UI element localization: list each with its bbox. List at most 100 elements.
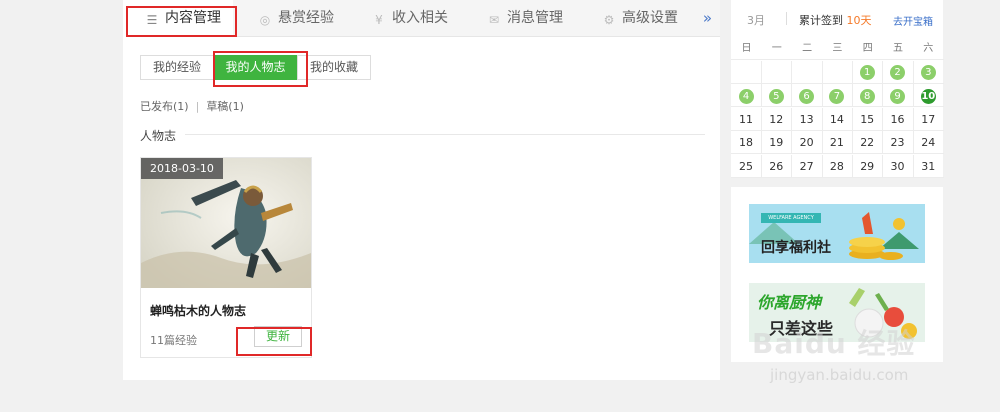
today-signed-marker: 10 xyxy=(920,88,936,104)
calendar-week-row: 4 5 6 7 8 9 10 xyxy=(731,84,944,107)
calendar-day[interactable]: 14 xyxy=(821,107,853,131)
calendar-day[interactable]: 29 xyxy=(852,154,884,178)
mail-icon: ✉ xyxy=(488,13,500,27)
calendar-empty-cell xyxy=(791,60,823,84)
welfare-ad-banner[interactable]: WELFARE AGENCY 回享福利社 xyxy=(749,204,925,263)
calendar-header: 3月 累计签到 10天 去开宝箱 xyxy=(731,0,943,36)
weekday-label: 六 xyxy=(912,37,944,60)
signed-day-marker: 3 xyxy=(920,65,936,80)
calendar-day[interactable]: 19 xyxy=(761,131,793,154)
calendar-day[interactable]: 31 xyxy=(912,155,944,178)
section-divider xyxy=(185,134,705,135)
coin-icon: ◎ xyxy=(259,13,271,27)
calendar-week-row: 11 12 13 14 15 16 17 xyxy=(731,107,944,131)
signed-day-marker: 4 xyxy=(738,88,754,104)
more-tabs-icon[interactable]: » xyxy=(703,0,712,37)
calendar-week-row: 18 19 20 21 22 23 24 xyxy=(731,131,944,154)
separator: | xyxy=(195,100,200,113)
weekday-label: 四 xyxy=(852,37,884,60)
content-panel: ☰ 内容管理 ◎ 悬赏经验 ¥ 收入相关 ✉ 消息管理 ⚙ 高级设置 » 我的经验 我的人… xyxy=(123,0,720,380)
weekday-label: 一 xyxy=(761,37,793,60)
calendar-day[interactable]: 27 xyxy=(791,154,823,178)
profile-title[interactable]: 蝉鸣枯木的人物志 xyxy=(150,302,246,319)
yen-icon: ¥ xyxy=(375,13,383,27)
welfare-ribbon: WELFARE AGENCY xyxy=(761,213,821,223)
signed-day-marker: 2 xyxy=(890,65,905,80)
drafts-filter-link[interactable]: 草稿(1) xyxy=(206,100,244,113)
tab-content-manage[interactable]: ☰ 内容管理 xyxy=(123,0,233,38)
calendar-empty-cell xyxy=(821,60,853,84)
weekday-label: 日 xyxy=(731,37,762,60)
chef-ad-headline: 你离厨神 xyxy=(757,293,822,312)
calendar-day[interactable]: 4 xyxy=(731,84,762,107)
calendar-day[interactable]: 11 xyxy=(731,107,762,131)
status-filter: 已发布(1) | 草稿(1) xyxy=(140,98,244,114)
published-filter-link[interactable]: 已发布(1) xyxy=(140,100,189,113)
tab-income[interactable]: ¥ 收入相关 xyxy=(372,0,448,37)
baidu-watermark-url: jingyan.baidu.com xyxy=(770,366,909,384)
signed-day-marker: 6 xyxy=(799,88,815,104)
subtab-my-profile[interactable]: 我的人物志 xyxy=(213,55,298,80)
calendar-day[interactable]: 21 xyxy=(821,131,853,154)
weekday-header-row: 日一二三四五六 xyxy=(731,37,944,60)
weekday-label: 五 xyxy=(882,37,914,60)
calendar-day[interactable]: 6 xyxy=(791,84,823,107)
signin-prefix: 累计签到 xyxy=(799,14,843,27)
signed-day-marker: 8 xyxy=(859,88,875,104)
calendar-day[interactable]: 15 xyxy=(852,107,884,131)
calendar-day[interactable]: 18 xyxy=(731,131,762,154)
calendar-day[interactable]: 17 xyxy=(912,108,944,131)
signed-day-marker: 5 xyxy=(768,88,784,104)
calendar-day[interactable]: 16 xyxy=(882,107,914,131)
subtab-my-favorites[interactable]: 我的收藏 xyxy=(297,55,371,80)
calendar-day[interactable]: 9 xyxy=(882,84,914,107)
signin-calendar: 3月 累计签到 10天 去开宝箱 日一二三四五六 1 2 3 4 5 6 7 8 9 10 11 12 1… xyxy=(731,0,944,178)
calendar-day[interactable]: 26 xyxy=(761,154,793,178)
calendar-day[interactable]: 5 xyxy=(761,84,793,107)
calendar-day[interactable]: 24 xyxy=(912,131,944,154)
header-divider xyxy=(786,12,787,25)
subtab-my-experience[interactable]: 我的经验 xyxy=(140,55,214,80)
calendar-week-row: 123 xyxy=(731,60,944,84)
profile-cover-image[interactable]: 2018-03-10 xyxy=(141,158,311,288)
calendar-day[interactable]: 2 xyxy=(882,60,914,84)
calendar-day[interactable]: 30 xyxy=(882,154,914,178)
calendar-day[interactable]: 8 xyxy=(852,84,884,107)
open-treasure-link[interactable]: 去开宝箱 xyxy=(893,13,933,28)
update-button[interactable]: 更新 xyxy=(254,326,302,347)
signed-day-marker: 9 xyxy=(890,88,905,104)
tab-messages[interactable]: ✉ 消息管理 xyxy=(487,0,563,37)
calendar-day[interactable]: 7 xyxy=(821,84,853,107)
weekday-label: 二 xyxy=(791,37,823,60)
profile-card: 2018-03-10 蝉鸣枯木的人物志 11篇经验 更新 xyxy=(140,157,312,358)
gear-icon: ⚙ xyxy=(603,13,615,27)
calendar-day[interactable]: 22 xyxy=(852,131,884,154)
experience-count: 11篇经验 xyxy=(150,334,197,347)
baidu-watermark: Baidu 经验 xyxy=(752,327,916,360)
calendar-day[interactable]: 25 xyxy=(731,154,762,178)
calendar-day[interactable]: 10 xyxy=(912,84,944,107)
signin-count: 累计签到 10天 xyxy=(799,12,872,28)
tab-bounty[interactable]: ◎ 悬赏经验 xyxy=(258,0,334,37)
calendar-day[interactable]: 28 xyxy=(821,154,853,178)
list-icon: ☰ xyxy=(146,13,158,27)
calendar-day[interactable]: 12 xyxy=(761,107,793,131)
section-title: 人物志 xyxy=(140,129,177,143)
signed-day-marker: 7 xyxy=(829,88,845,104)
calendar-week-row: 25 26 27 28 29 30 31 xyxy=(731,154,944,178)
tab-advanced-settings[interactable]: ⚙ 高级设置 xyxy=(602,0,678,37)
calendar-day[interactable]: 23 xyxy=(882,131,914,154)
calendar-empty-cell xyxy=(761,60,793,84)
date-badge: 2018-03-10 xyxy=(141,158,223,179)
welfare-ad-text: 回享福利社 xyxy=(761,240,831,256)
calendar-empty-cell xyxy=(731,60,762,84)
calendar-day[interactable]: 1 xyxy=(852,60,884,84)
top-tab-bar: ☰ 内容管理 ◎ 悬赏经验 ¥ 收入相关 ✉ 消息管理 ⚙ 高级设置 » xyxy=(123,0,720,38)
calendar-day[interactable]: 3 xyxy=(912,61,944,84)
signin-days: 10天 xyxy=(846,14,872,27)
signed-day-marker: 1 xyxy=(859,65,875,80)
weekday-label: 三 xyxy=(821,37,853,60)
calendar-day[interactable]: 13 xyxy=(791,107,823,131)
calendar-month: 3月 xyxy=(747,14,765,27)
calendar-day[interactable]: 20 xyxy=(791,131,823,154)
